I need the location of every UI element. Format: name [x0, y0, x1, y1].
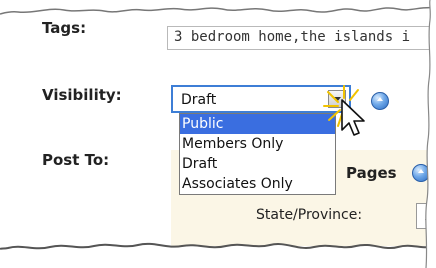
post-to-label: Post To:	[42, 151, 110, 169]
dropdown-option-members-only[interactable]: Members Only	[180, 134, 335, 154]
dropdown-option-public[interactable]: Public	[180, 114, 335, 134]
form-sheet: Tags: 3 bedroom home,the islands i Visib…	[0, 0, 436, 268]
visibility-label: Visibility:	[42, 86, 122, 104]
state-province-label: State/Province:	[256, 207, 363, 223]
dropdown-option-associates-only[interactable]: Associates Only	[180, 174, 335, 194]
help-icon[interactable]	[412, 164, 430, 182]
state-province-field[interactable]: A	[416, 203, 436, 229]
tags-input[interactable]: 3 bedroom home,the islands i	[167, 26, 436, 50]
visibility-selected-value: Draft	[181, 92, 217, 108]
visibility-dropdown-list: Public Members Only Draft Associates Onl…	[179, 113, 336, 195]
tags-label: Tags:	[42, 19, 87, 37]
arrow-cursor-icon	[323, 85, 365, 136]
pages-heading: Pages	[346, 164, 397, 182]
dropdown-option-draft[interactable]: Draft	[180, 154, 335, 174]
